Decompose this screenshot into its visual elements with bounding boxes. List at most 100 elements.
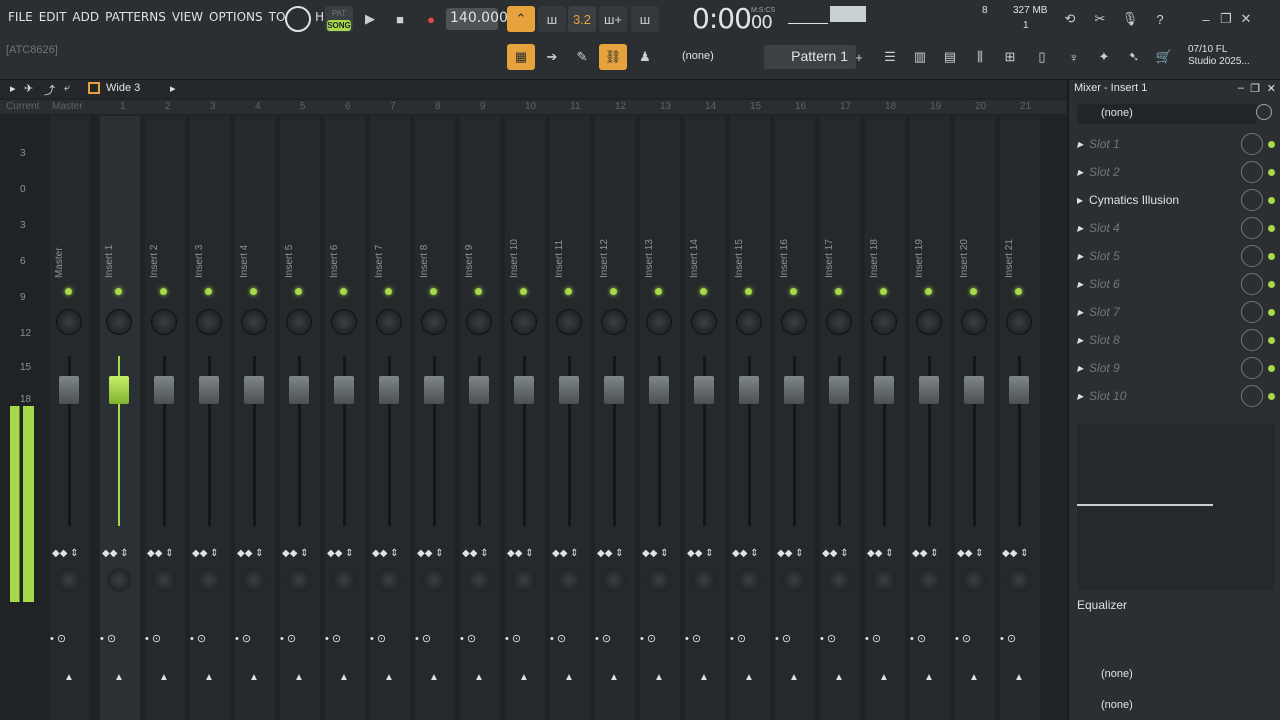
slot-arrow-icon[interactable]: ▸ [1077, 193, 1083, 207]
mixer-link-icon[interactable]: ⤶ [64, 82, 70, 95]
pan-knob[interactable] [511, 309, 537, 335]
swap-icon[interactable]: ◆◆ ⇕ [822, 548, 849, 559]
slot-arrow-icon[interactable]: ▸ [1077, 249, 1083, 263]
stereo-knob[interactable] [782, 568, 806, 592]
mixer-strip-insert[interactable]: Insert 13 ◆◆ ⇕ • ⊙ ▲ [640, 116, 684, 720]
slot-mix-knob[interactable] [1241, 301, 1263, 323]
strip-active-led[interactable] [295, 288, 302, 295]
route-arrow-icon[interactable]: ▲ [429, 672, 439, 683]
slot-arrow-icon[interactable]: ▸ [1077, 277, 1083, 291]
stereo-knob[interactable] [422, 568, 446, 592]
route-arrow-icon[interactable]: ▲ [924, 672, 934, 683]
slot-mix-knob[interactable] [1241, 161, 1263, 183]
pat-song-toggle[interactable]: PAT SONG [325, 6, 353, 32]
strip-active-led[interactable] [565, 288, 572, 295]
mixer-strip-insert[interactable]: Insert 17 ◆◆ ⇕ • ⊙ ▲ [820, 116, 864, 720]
stereo-knob[interactable] [57, 568, 81, 592]
link-icon[interactable]: ⛓ [599, 44, 627, 70]
stamp-icon[interactable]: ♟ [631, 44, 659, 70]
volume-fader[interactable] [199, 376, 219, 404]
route-arrow-icon[interactable]: ▲ [744, 672, 754, 683]
mixer-strip-insert[interactable]: Insert 4 ◆◆ ⇕ • ⊙ ▲ [235, 116, 279, 720]
mixer-strip-insert[interactable]: Insert 15 ◆◆ ⇕ • ⊙ ▲ [730, 116, 774, 720]
swap-icon[interactable]: ◆◆ ⇕ [147, 548, 174, 559]
volume-fader[interactable] [334, 376, 354, 404]
pan-knob[interactable] [556, 309, 582, 335]
menu-item[interactable]: VIEW [172, 10, 203, 24]
slot-enable-led[interactable] [1268, 392, 1275, 400]
route-arrow-icon[interactable]: ▲ [64, 672, 74, 683]
pan-knob[interactable] [646, 309, 672, 335]
swap-icon[interactable]: ◆◆ ⇕ [237, 548, 264, 559]
strip-active-led[interactable] [655, 288, 662, 295]
mixer-strip-insert[interactable]: Insert 14 ◆◆ ⇕ • ⊙ ▲ [685, 116, 729, 720]
stereo-knob[interactable] [152, 568, 176, 592]
close-icon[interactable]: ✕ [1236, 6, 1256, 32]
slot-mix-knob[interactable] [1241, 273, 1263, 295]
strip-active-led[interactable] [475, 288, 482, 295]
mixer-strip-insert[interactable]: Insert 20 ◆◆ ⇕ • ⊙ ▲ [955, 116, 999, 720]
pan-knob[interactable] [421, 309, 447, 335]
mixer-strip-master[interactable]: Master ◆◆ ⇕ • ⊙ ▲ [50, 116, 94, 720]
slot-arrow-icon[interactable]: ▸ [1077, 137, 1083, 151]
mixer-icon[interactable]: ⫼ [966, 44, 994, 70]
mixer-tool-icon[interactable]: ✈ [24, 82, 33, 95]
route-arrow-icon[interactable]: ▲ [789, 672, 799, 683]
swap-icon[interactable]: ◆◆ ⇕ [1002, 548, 1029, 559]
strip-active-led[interactable] [1015, 288, 1022, 295]
route-dots-icon[interactable]: • ⊙ [1000, 632, 1016, 645]
swap-icon[interactable]: ◆◆ ⇕ [417, 548, 444, 559]
effect-slot[interactable]: ▸ Slot 2 [1077, 160, 1277, 184]
strip-active-led[interactable] [700, 288, 707, 295]
volume-fader[interactable] [244, 376, 264, 404]
stereo-knob[interactable] [1007, 568, 1031, 592]
strip-active-led[interactable] [880, 288, 887, 295]
mixer-strip-insert[interactable]: Insert 9 ◆◆ ⇕ • ⊙ ▲ [460, 116, 504, 720]
strip-active-led[interactable] [205, 288, 212, 295]
slot-mix-knob[interactable] [1241, 133, 1263, 155]
panel-close-icon[interactable]: ✕ [1267, 82, 1276, 95]
volume-fader[interactable] [424, 376, 444, 404]
route-dots-icon[interactable]: • ⊙ [280, 632, 296, 645]
pan-knob[interactable] [151, 309, 177, 335]
slot-arrow-icon[interactable]: ▸ [1077, 361, 1083, 375]
stereo-knob[interactable] [917, 568, 941, 592]
playlist-icon[interactable]: ☰ [876, 44, 904, 70]
route-dots-icon[interactable]: • ⊙ [505, 632, 521, 645]
effect-slot[interactable]: ▸ Slot 1 [1077, 132, 1277, 156]
stop-button[interactable]: ■ [386, 6, 414, 32]
slot-mix-knob[interactable] [1241, 357, 1263, 379]
swap-icon[interactable]: ◆◆ ⇕ [372, 548, 399, 559]
menu-item[interactable]: FILE [8, 10, 33, 24]
pan-knob[interactable] [961, 309, 987, 335]
swap-icon[interactable]: ◆◆ ⇕ [507, 548, 534, 559]
pan-knob[interactable] [691, 309, 717, 335]
effect-slot[interactable]: ▸ Slot 6 [1077, 272, 1277, 296]
restore-icon[interactable]: ❐ [1216, 6, 1236, 32]
menu-item[interactable]: EDIT [39, 10, 67, 24]
wait-input-icon[interactable]: ш [538, 6, 566, 32]
mixer-strip-insert[interactable]: Insert 18 ◆◆ ⇕ • ⊙ ▲ [865, 116, 909, 720]
swap-icon[interactable]: ◆◆ ⇕ [102, 548, 129, 559]
route-arrow-icon[interactable]: ▲ [609, 672, 619, 683]
stereo-knob[interactable] [872, 568, 896, 592]
pencil-icon[interactable]: ✎ [568, 44, 596, 70]
plugin-icon[interactable]: ♆ [1060, 44, 1088, 70]
swap-icon[interactable]: ◆◆ ⇕ [462, 548, 489, 559]
route-dots-icon[interactable]: • ⊙ [865, 632, 881, 645]
pan-knob[interactable] [736, 309, 762, 335]
route-arrow-icon[interactable]: ▲ [699, 672, 709, 683]
pan-knob[interactable] [826, 309, 852, 335]
mixer-strip-insert[interactable]: Insert 2 ◆◆ ⇕ • ⊙ ▲ [145, 116, 189, 720]
slot-arrow-icon[interactable]: ▸ [1077, 389, 1083, 403]
slot-enable-led[interactable] [1268, 280, 1275, 288]
send-select-2[interactable]: (none) [1101, 699, 1133, 711]
mixer-menu-arrow-icon[interactable]: ▸ [10, 82, 16, 95]
route-arrow-icon[interactable]: ▲ [1014, 672, 1024, 683]
volume-fader[interactable] [289, 376, 309, 404]
equalizer-graph[interactable] [1077, 424, 1275, 590]
swap-icon[interactable]: ◆◆ ⇕ [52, 548, 79, 559]
strip-active-led[interactable] [790, 288, 797, 295]
play-button[interactable]: ▶ [356, 6, 384, 32]
slot-mix-knob[interactable] [1241, 385, 1263, 407]
